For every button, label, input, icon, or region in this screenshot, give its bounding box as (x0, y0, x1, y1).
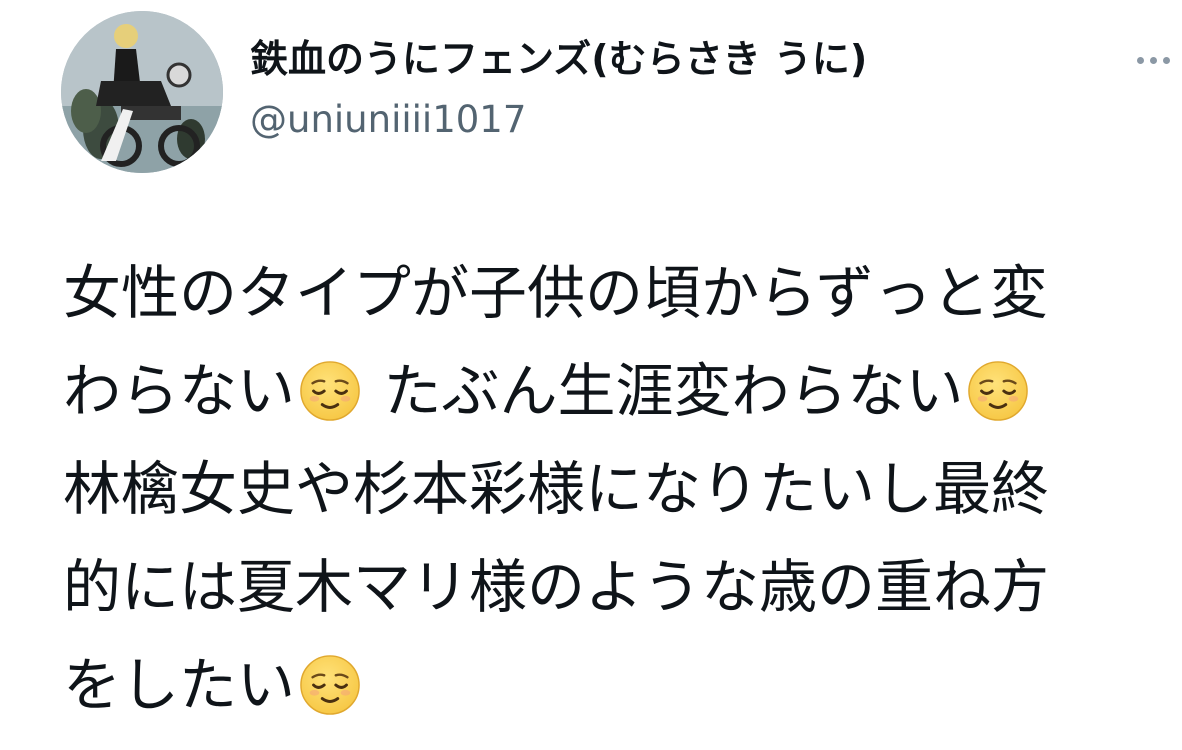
more-options-button[interactable] (1130, 44, 1176, 76)
more-horizontal-icon-dot (1149, 56, 1157, 64)
tweet-text-line: わらない たぶん生涯変わらない (63, 342, 1163, 440)
text-segment: 的には夏木マリ様のような歳の重ね方 (63, 553, 1050, 621)
more-horizontal-icon-dot (1162, 56, 1170, 64)
user-handle[interactable]: @uniuniiii1017 (250, 96, 526, 144)
avatar-photo (61, 11, 223, 173)
tweet-text-line: をしたい (63, 636, 1163, 734)
tweet-text-line: 的には夏木マリ様のような歳の重ね方 (63, 538, 1163, 636)
relieved-face-emoji (299, 654, 361, 716)
tweet-card: 鉄血のうにフェンズ(むらさき うに) @uniuniiii1017 女性のタイプ… (0, 0, 1182, 750)
text-segment: をしたい (63, 651, 296, 719)
tweet-text: 女性のタイプが子供の頃からずっと変 わらない たぶん生涯変わらない 林檎女史や杉… (63, 244, 1163, 734)
avatar[interactable] (61, 11, 223, 173)
text-segment: わらない (63, 357, 296, 425)
text-segment: 林檎女史や杉本彩様になりたいし最終 (63, 455, 1050, 523)
text-segment: 女性のタイプが子供の頃からずっと変 (63, 259, 1048, 327)
text-segment: たぶん生涯変わらない (365, 357, 964, 425)
display-name[interactable]: 鉄血のうにフェンズ(むらさき うに) (250, 34, 867, 84)
more-horizontal-icon (1136, 56, 1144, 64)
relieved-face-emoji (967, 360, 1029, 422)
tweet-text-line: 女性のタイプが子供の頃からずっと変 (63, 244, 1163, 342)
tweet-text-line: 林檎女史や杉本彩様になりたいし最終 (63, 440, 1163, 538)
relieved-face-emoji (299, 360, 361, 422)
